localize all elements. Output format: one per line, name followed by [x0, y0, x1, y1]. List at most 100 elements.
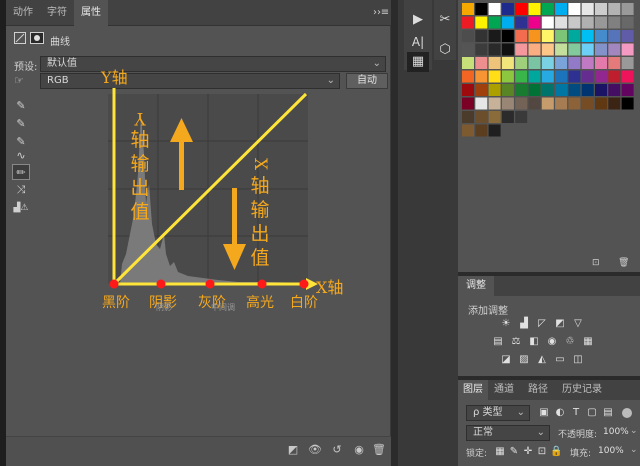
color-swatch[interactable] [488, 124, 501, 137]
color-swatch[interactable] [555, 3, 568, 15]
color-swatch[interactable] [475, 16, 488, 29]
selective-color-icon[interactable]: ◫ [572, 354, 584, 366]
tab-properties[interactable]: 属性 [74, 0, 108, 26]
color-swatch[interactable] [462, 111, 474, 123]
color-swatch[interactable] [528, 30, 541, 42]
new-swatch-icon[interactable]: ⊡ [592, 258, 600, 268]
color-swatch[interactable] [462, 97, 474, 110]
color-swatch[interactable] [501, 43, 514, 56]
color-swatch[interactable] [541, 97, 554, 110]
color-swatch[interactable] [528, 97, 541, 110]
tab-character[interactable]: 字符 [40, 0, 74, 26]
invert-icon[interactable]: ◪ [500, 354, 512, 366]
color-swatch[interactable] [515, 16, 528, 29]
color-swatch[interactable] [621, 70, 634, 83]
color-swatch[interactable] [608, 97, 621, 110]
color-swatch[interactable] [462, 43, 474, 56]
exposure-icon[interactable]: ◩ [554, 318, 566, 330]
color-swatch[interactable] [515, 84, 528, 96]
color-swatch[interactable] [488, 111, 501, 123]
color-swatch[interactable] [515, 97, 528, 110]
filter-shape-icon[interactable]: ▢ [586, 407, 598, 419]
color-swatch[interactable] [488, 30, 501, 42]
color-swatch[interactable] [501, 97, 514, 110]
color-swatch[interactable] [555, 30, 568, 42]
color-swatch[interactable] [501, 57, 514, 69]
clip-to-layer-icon[interactable]: ◩ [284, 443, 302, 459]
lock-all-icon[interactable]: 🔒 [550, 446, 562, 458]
panel-menu-icon[interactable]: ≡ [380, 7, 390, 18]
color-swatch[interactable] [501, 111, 514, 123]
color-swatch[interactable] [621, 57, 634, 69]
color-swatch[interactable] [581, 97, 594, 110]
color-swatch[interactable] [541, 30, 554, 42]
color-swatch[interactable] [462, 30, 474, 42]
color-swatch[interactable] [581, 3, 594, 15]
visibility-eye-icon[interactable]: ◉ [350, 443, 368, 459]
play-actions-icon[interactable]: ▶ [407, 10, 429, 30]
color-swatch[interactable] [555, 16, 568, 29]
3d-cube-icon[interactable]: ⬡ [434, 40, 456, 60]
layer-mask-icon[interactable] [30, 32, 44, 44]
delete-swatch-icon[interactable]: 🗑 [618, 258, 629, 268]
color-swatch[interactable] [555, 70, 568, 83]
color-swatch[interactable] [462, 16, 474, 29]
chevron-down-icon[interactable]: ⌄ [630, 445, 638, 455]
tab-paths[interactable]: 路径 [528, 380, 548, 400]
color-swatch[interactable] [581, 43, 594, 56]
color-swatch[interactable] [488, 3, 501, 15]
color-swatch[interactable] [488, 84, 501, 96]
color-swatch[interactable] [595, 16, 607, 29]
color-swatch[interactable] [608, 16, 621, 29]
color-swatch[interactable] [488, 57, 501, 69]
color-swatch[interactable] [515, 111, 528, 123]
color-swatch[interactable] [488, 16, 501, 29]
color-swatch[interactable] [475, 111, 488, 123]
vibrance-icon[interactable]: ▽ [572, 318, 584, 330]
color-swatch[interactable] [501, 70, 514, 83]
color-swatch[interactable] [595, 30, 607, 42]
photo-filter-icon[interactable]: ◉ [546, 336, 558, 348]
character-icon[interactable]: A| [407, 32, 429, 52]
filter-smart-icon[interactable]: ▤ [602, 407, 614, 419]
color-swatch[interactable] [475, 124, 488, 137]
color-swatch[interactable] [462, 70, 474, 83]
color-swatch[interactable] [568, 43, 581, 56]
lock-position-icon[interactable]: ✛ [522, 446, 534, 458]
chevron-down-icon[interactable]: ⌄ [630, 426, 638, 436]
color-swatch[interactable] [608, 3, 621, 15]
color-swatch[interactable] [515, 30, 528, 42]
color-swatch[interactable] [515, 57, 528, 69]
color-swatch[interactable] [462, 3, 474, 15]
color-swatch[interactable] [555, 84, 568, 96]
color-swatch[interactable] [608, 84, 621, 96]
color-swatch[interactable] [621, 84, 634, 96]
fill-value[interactable]: 100% [598, 446, 624, 456]
lock-transparent-icon[interactable]: ▦ [494, 446, 506, 458]
color-swatch[interactable] [595, 57, 607, 69]
color-swatch[interactable] [595, 97, 607, 110]
black-white-icon[interactable]: ◧ [528, 336, 540, 348]
posterize-icon[interactable]: ▨ [518, 354, 530, 366]
reset-icon[interactable]: ↺ [328, 443, 346, 459]
color-swatch[interactable] [568, 97, 581, 110]
color-swatch[interactable] [568, 57, 581, 69]
color-swatch[interactable] [475, 3, 488, 15]
color-swatch[interactable] [528, 43, 541, 56]
color-swatch[interactable] [581, 70, 594, 83]
color-swatch[interactable] [581, 57, 594, 69]
color-swatch[interactable] [595, 84, 607, 96]
filter-type-icon[interactable]: T [570, 407, 582, 419]
tab-history[interactable]: 历史记录 [562, 380, 602, 400]
color-swatch[interactable] [528, 84, 541, 96]
color-swatch[interactable] [568, 70, 581, 83]
tools-icon[interactable]: ✂ [434, 10, 456, 30]
color-swatch[interactable] [515, 43, 528, 56]
curves-icon[interactable]: ◸ [536, 318, 548, 330]
color-swatch[interactable] [541, 16, 554, 29]
brightness-icon[interactable]: ☀ [500, 318, 512, 330]
filter-adjustment-icon[interactable]: ◐ [554, 407, 566, 419]
color-swatch[interactable] [581, 84, 594, 96]
color-swatch[interactable] [595, 43, 607, 56]
color-swatch[interactable] [475, 43, 488, 56]
